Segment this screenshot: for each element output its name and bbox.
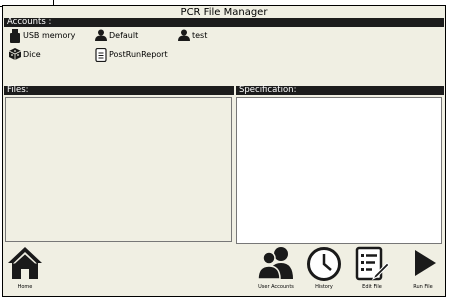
account-test[interactable]: test <box>178 29 207 41</box>
edit-file-button[interactable]: Edit File <box>350 246 394 290</box>
home-icon <box>3 246 47 280</box>
account-label: test <box>192 30 208 40</box>
specification-header-label: Specification: <box>239 85 297 95</box>
user-accounts-label: User Accounts <box>258 284 294 290</box>
user-accounts-icon <box>254 246 298 280</box>
accounts-header-label: Accounts : <box>7 17 52 27</box>
account-label: Dice <box>23 49 41 59</box>
edit-file-icon <box>350 246 394 282</box>
play-icon <box>401 246 445 280</box>
account-default[interactable]: Default <box>95 29 138 41</box>
user-icon <box>95 29 107 41</box>
user-icon <box>178 29 190 41</box>
account-dice[interactable]: Dice <box>8 48 41 60</box>
edit-file-label: Edit File <box>362 284 382 290</box>
files-header: Files: <box>4 86 234 95</box>
specification-panel[interactable] <box>236 97 442 244</box>
document-icon <box>95 47 107 63</box>
account-postrunreport[interactable]: PostRunReport <box>95 47 168 63</box>
files-list[interactable] <box>5 97 232 242</box>
files-header-label: Files: <box>7 85 29 95</box>
account-label: USB memory <box>23 30 76 40</box>
dice-icon <box>8 48 22 60</box>
history-button[interactable]: History <box>302 246 346 290</box>
history-label: History <box>315 284 333 290</box>
home-label: Home <box>17 284 33 290</box>
specification-header: Specification: <box>236 86 444 95</box>
account-label: PostRunReport <box>109 49 168 59</box>
usb-memory-icon <box>9 29 21 43</box>
home-button[interactable]: Home <box>3 246 47 290</box>
run-file-button[interactable]: Run File <box>401 246 445 290</box>
user-accounts-button[interactable]: User Accounts <box>254 246 298 290</box>
account-usb-memory[interactable]: USB memory <box>9 29 76 43</box>
accounts-header: Accounts : <box>4 18 444 27</box>
clock-icon <box>302 246 346 282</box>
run-file-label: Run File <box>413 284 433 290</box>
account-label: Default <box>109 30 139 40</box>
